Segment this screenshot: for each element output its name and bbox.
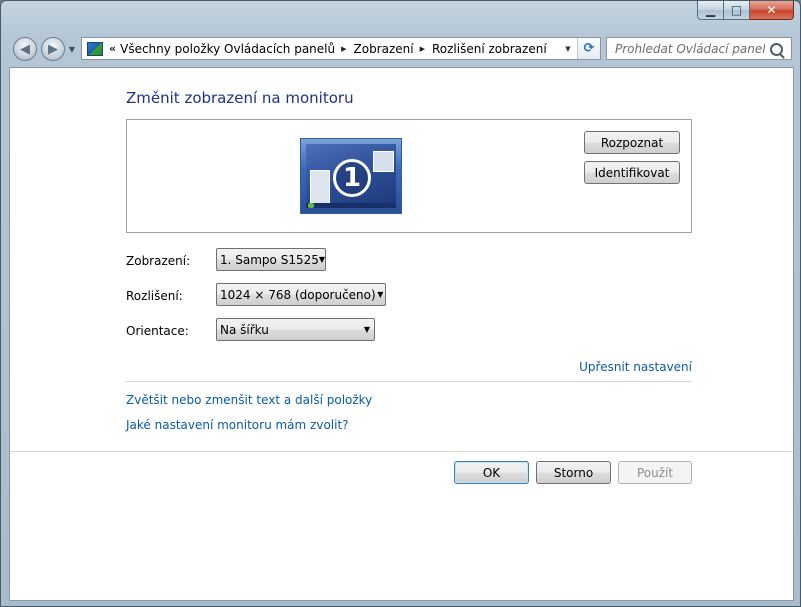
breadcrumb-separator-icon[interactable]: ▶ — [420, 45, 425, 53]
breadcrumb-label: Všechny položky Ovládacích panelů — [120, 41, 336, 56]
search-icon[interactable] — [770, 43, 783, 56]
preview-taskbar — [306, 203, 396, 208]
section-divider — [126, 381, 692, 382]
page-title: Změnit zobrazení na monitoru — [126, 89, 354, 107]
advanced-settings-link[interactable]: Upřesnit nastavení — [579, 360, 692, 374]
identify-button[interactable]: Identifikovat — [584, 161, 680, 184]
control-panel-icon — [87, 41, 103, 56]
search-input[interactable] — [613, 40, 767, 57]
minimize-icon: ▁ — [705, 3, 716, 17]
back-arrow-icon: ◀ — [20, 41, 30, 57]
breadcrumb-item-all-control-panel-items[interactable]: Všechny položky Ovládacích panelů ▶ — [120, 42, 353, 56]
display-label: Zobrazení: — [126, 254, 191, 268]
monitor-preview-area: 1 Rozpoznat Identifikovat — [126, 119, 692, 233]
content-pane: Změnit zobrazení na monitoru 1 Rozpoznat… — [9, 67, 794, 601]
close-button[interactable]: ✕ — [750, 1, 794, 20]
preview-window-icon — [373, 151, 394, 172]
text-size-link[interactable]: Zvětšit nebo zmenšit text a další položk… — [126, 393, 372, 407]
forward-button[interactable]: ▶ — [41, 37, 65, 61]
preview-window-icon — [310, 170, 330, 205]
back-button[interactable]: ◀ — [13, 37, 37, 61]
maximize-button[interactable]: □ — [724, 1, 750, 20]
navigation-bar: ◀ ▶ ▼ « Všechny položky Ovládacích panel… — [9, 33, 792, 63]
chevron-down-icon: ▼ — [363, 325, 371, 334]
chevron-down-icon: ▼ — [377, 290, 384, 299]
chevron-down-icon: ▼ — [565, 44, 571, 53]
window-frame: ▁ □ ✕ ◀ ▶ ▼ « Všechny položky Ovládacích… — [0, 0, 801, 607]
which-settings-link[interactable]: Jaké nastavení monitoru mám zvolit? — [126, 418, 349, 432]
breadcrumb-label: Rozlišení zobrazení — [431, 41, 547, 56]
resolution-label: Rozlišení: — [126, 289, 183, 303]
forward-arrow-icon: ▶ — [48, 41, 58, 57]
recent-pages-button[interactable]: ▼ — [67, 44, 77, 54]
search-box[interactable] — [606, 37, 792, 60]
display-select[interactable]: 1. Sampo S1525 ▼ — [216, 248, 326, 271]
ok-button[interactable]: OK — [454, 461, 529, 484]
address-bar[interactable]: « Všechny položky Ovládacích panelů ▶ Zo… — [81, 37, 601, 60]
preview-start-icon — [308, 203, 314, 208]
chevron-down-icon: ▼ — [318, 255, 326, 264]
display-value: 1. Sampo S1525 — [220, 252, 319, 267]
overflow-chevron-icon[interactable]: « — [109, 42, 116, 55]
orientation-label: Orientace: — [126, 324, 189, 338]
refresh-button[interactable]: ⟳ — [577, 38, 600, 59]
caption-buttons: ▁ □ ✕ — [697, 1, 794, 21]
resolution-select[interactable]: 1024 × 768 (doporučeno) ▼ — [216, 283, 386, 306]
footer-divider — [10, 451, 793, 452]
apply-button[interactable]: Použít — [618, 461, 692, 484]
breadcrumb-separator-icon[interactable]: ▶ — [341, 45, 346, 53]
refresh-icon: ⟳ — [583, 41, 595, 56]
monitor-screen-preview: 1 — [306, 144, 396, 208]
minimize-button[interactable]: ▁ — [697, 1, 724, 20]
orientation-select[interactable]: Na šířku ▼ — [216, 318, 375, 341]
maximize-icon: □ — [730, 3, 743, 17]
monitor-number-badge: 1 — [333, 159, 371, 197]
monitor-1-thumbnail[interactable]: 1 — [300, 138, 402, 214]
chevron-down-icon: ▼ — [68, 44, 76, 54]
breadcrumb-item-display[interactable]: Zobrazení ▶ — [354, 42, 432, 56]
orientation-value: Na šířku — [220, 322, 269, 337]
close-icon: ✕ — [766, 3, 777, 17]
breadcrumb-label: Zobrazení — [353, 41, 414, 56]
cancel-button[interactable]: Storno — [536, 461, 611, 484]
address-dropdown-button[interactable]: ▼ — [560, 38, 576, 59]
resolution-value: 1024 × 768 (doporučeno) — [220, 287, 376, 302]
breadcrumb-item-screen-resolution[interactable]: Rozlišení zobrazení — [432, 42, 547, 56]
detect-button[interactable]: Rozpoznat — [584, 131, 680, 154]
